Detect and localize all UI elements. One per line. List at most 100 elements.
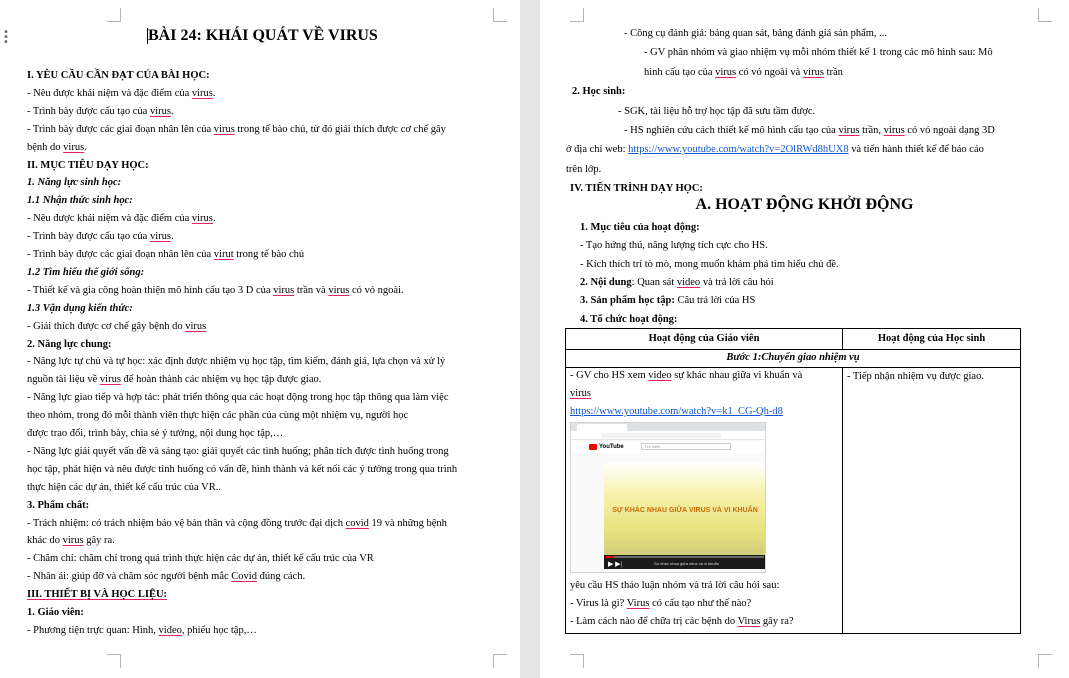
text-line: 1. Mục tiêu của hoạt động:: [580, 221, 700, 235]
text-span: - GV cho HS xem: [570, 370, 649, 381]
link[interactable]: https://www.youtube.com/watch?v=k1_CG-Qh…: [570, 406, 783, 417]
text-span: trên lớp.: [566, 163, 602, 175]
page-right: - Công cụ đánh giá: bảng quan sát, bảng …: [540, 0, 1069, 678]
spellcheck-word: Virus: [737, 616, 761, 627]
drag-handle-icon[interactable]: • • •: [3, 28, 9, 48]
crop-mark: [1038, 654, 1052, 668]
spellcheck-word: virus: [149, 105, 171, 117]
text-span: 3. Phẩm chất:: [27, 499, 90, 511]
text-line: bệnh do virus.: [27, 141, 87, 155]
text-span: - Trình bày được cấu tạo của: [27, 105, 150, 117]
text-line: - Trách nhiệm: có trách nhiệm bảo vệ bản…: [27, 517, 447, 531]
text-span: 1. Giáo viên:: [27, 607, 84, 618]
text-line: - HS nghiên cứu cách thiết kế mô hình cấ…: [624, 124, 995, 138]
text-line: - Tạo hứng thú, năng lượng tích cực cho …: [580, 239, 768, 253]
text-span: II. MỤC TIÊU DẠY HỌC:: [27, 159, 149, 171]
spellcheck-word: virus: [191, 213, 213, 225]
text-line: - Kích thích trí tò mò, mong muốn khám p…: [580, 258, 839, 272]
youtube-logo-icon: [589, 444, 597, 450]
text-line: 4. Tổ chức hoạt động:: [580, 313, 677, 327]
text-span: 1. Năng lực sinh học:: [27, 177, 122, 189]
text-line: 2. Học sinh:: [572, 85, 625, 99]
spellcheck-word: Virus: [626, 598, 650, 609]
spellcheck-word: virus: [62, 535, 84, 547]
video-frame[interactable]: SỰ KHÁC NHAU GIỮA VIRUS VÀ VI KHUẨN: [604, 463, 765, 559]
spellcheck-word: video: [648, 370, 672, 381]
section-title: A. HOẠT ĐỘNG KHỞI ĐỘNG: [695, 196, 914, 213]
link[interactable]: https://www.youtube.com/watch?v=2OlRWd8h…: [628, 144, 848, 155]
youtube-search-input[interactable]: Tìm kiếm: [641, 443, 731, 450]
text-span: .: [84, 141, 87, 153]
spellcheck-word: virus: [715, 66, 737, 78]
text-span: để hoàn thành các nhiệm vụ học tập được …: [120, 374, 322, 386]
text-line: - Năng lực giao tiếp và hợp tác: phát tr…: [27, 391, 449, 405]
text-span: - Giải thích được cơ chế gây bệnh do: [27, 320, 186, 332]
spellcheck-word: virus: [802, 66, 824, 78]
text-span: 4. Tổ chức hoạt động:: [580, 313, 678, 325]
text-line: 2. Nội dung: Quan sát video và trả lời c…: [580, 276, 774, 290]
text-span: 3. Sản phẩm học tập:: [580, 295, 675, 307]
text-span: 2. Học sinh:: [572, 86, 626, 98]
text-line: 1.2 Tìm hiểu thế giới sống:: [27, 266, 144, 280]
text-span: bệnh do: [27, 141, 64, 153]
text-span: I. YÊU CẦU CẦN ĐẠT CỦA BÀI HỌC:: [27, 70, 210, 81]
text-span: yêu cầu HS thảo luận nhóm và trả lời câu…: [570, 580, 780, 591]
text-span: gây ra?: [760, 616, 794, 627]
header-teacher: Hoạt động của Giáo viên: [648, 333, 760, 344]
text-line: - GV phân nhóm và giao nhiệm vụ mỗi nhóm…: [644, 46, 993, 60]
text-span: - Kích thích trí tò mò, mong muốn khám p…: [580, 258, 839, 270]
text-span: - Nhân ái: giúp đỡ và chăm sóc người bện…: [27, 571, 232, 583]
text-span: - GV phân nhóm và giao nhiệm vụ mỗi nhóm…: [644, 47, 993, 59]
text-line: - Chăm chỉ: chăm chỉ trong quá trình thự…: [27, 552, 374, 566]
play-icon[interactable]: ▶ ▶|: [608, 560, 622, 568]
text-line: học tập, phát hiện và nêu được tình huốn…: [27, 463, 457, 477]
text-line: trên lớp.: [566, 163, 601, 177]
text-line: yêu cầu HS thảo luận nhóm và trả lời câu…: [570, 579, 779, 593]
activity-table: Hoạt động của Giáo viên Hoạt động của Họ…: [565, 328, 1021, 634]
text-line: 1. Giáo viên:: [27, 606, 84, 620]
text-span: - SGK, tài liệu hỗ trợ học tập đã sưu tầ…: [618, 105, 816, 117]
text-span: - Năng lực giải quyết vấn đề và sáng tạo…: [27, 445, 449, 457]
text-span: - Tạo hứng thú, năng lượng tích cực cho …: [580, 240, 768, 252]
text-span: có cấu tạo như thế nào?: [649, 598, 752, 609]
text-span: khác do: [27, 535, 63, 547]
video-controls[interactable]: ▶ ▶| Sự khác nhau giữa virus và vi khuẩn: [604, 555, 765, 569]
text-line: - Trình bày được các giai đoạn nhân lên …: [27, 123, 446, 137]
text-span: 2. Nội dung: [580, 276, 632, 288]
text-line: IV. TIẾN TRÌNH DẠY HỌC:: [570, 182, 703, 196]
video-progress-bar[interactable]: [606, 556, 764, 558]
text-line: - Công cụ đánh giá: bảng quan sát, bảng …: [624, 27, 887, 41]
text-span: - Chăm chỉ: chăm chỉ trong quá trình thự…: [27, 553, 374, 565]
youtube-wordmark: YouTube: [599, 444, 624, 450]
text-span: - Trình bày được cấu tạo của: [27, 231, 150, 243]
text-line: - Trình bày được cấu tạo của virus.: [27, 105, 174, 119]
crop-mark: [1038, 8, 1052, 22]
text-line: https://www.youtube.com/watch?v=k1_CG-Qh…: [570, 405, 783, 419]
text-span: gây ra.: [83, 535, 115, 547]
page-gutter: [520, 0, 540, 678]
text-span: 19 và những bệnh: [368, 517, 447, 529]
video-caption: Sự khác nhau giữa virus và vi khuẩn: [654, 561, 719, 566]
text-span: được trao đổi, trình bày, chia sẻ ý tưởn…: [27, 428, 284, 439]
text-line: I. YÊU CẦU CẦN ĐẠT CỦA BÀI HỌC:: [27, 69, 210, 83]
video-title: SỰ KHÁC NHAU GIỮA VIRUS VÀ VI KHUẨN: [612, 507, 758, 514]
lesson-title: BÀI 24: KHÁI QUÁT VỀ VIRUS: [148, 27, 378, 44]
student-cell: - Tiếp nhận nhiệm vụ được giao.: [847, 371, 984, 382]
spellcheck-word: virus: [838, 125, 860, 136]
spellcheck-word: virus: [273, 284, 295, 296]
crop-mark: [570, 654, 584, 668]
video-thumbnail[interactable]: YouTube Tìm kiếm SỰ KHÁC NHAU GIỮA VIRUS…: [570, 422, 766, 573]
text-span: - Trình bày được các giai đoạn nhân lên …: [27, 249, 214, 260]
spellcheck-word: virus: [185, 320, 207, 332]
text-line: virus: [570, 387, 591, 401]
text-span: .: [170, 105, 174, 117]
text-line: - GV cho HS xem video sự khác nhau giữa …: [570, 369, 802, 383]
text-span: - HS nghiên cứu cách thiết kế mô hình cấ…: [624, 125, 839, 136]
spellcheck-word: virus: [99, 374, 121, 386]
text-span: .: [212, 87, 216, 99]
text-span: - Trình bày được các giai đoạn nhân lên …: [27, 123, 214, 135]
text-span: có vỏ ngoài dạng 3D: [904, 125, 995, 136]
spellcheck-word: virus: [63, 141, 85, 153]
text-span: - Virus là gì?: [570, 598, 627, 609]
text-line: - Nhân ái: giúp đỡ và chăm sóc người bện…: [27, 570, 305, 584]
